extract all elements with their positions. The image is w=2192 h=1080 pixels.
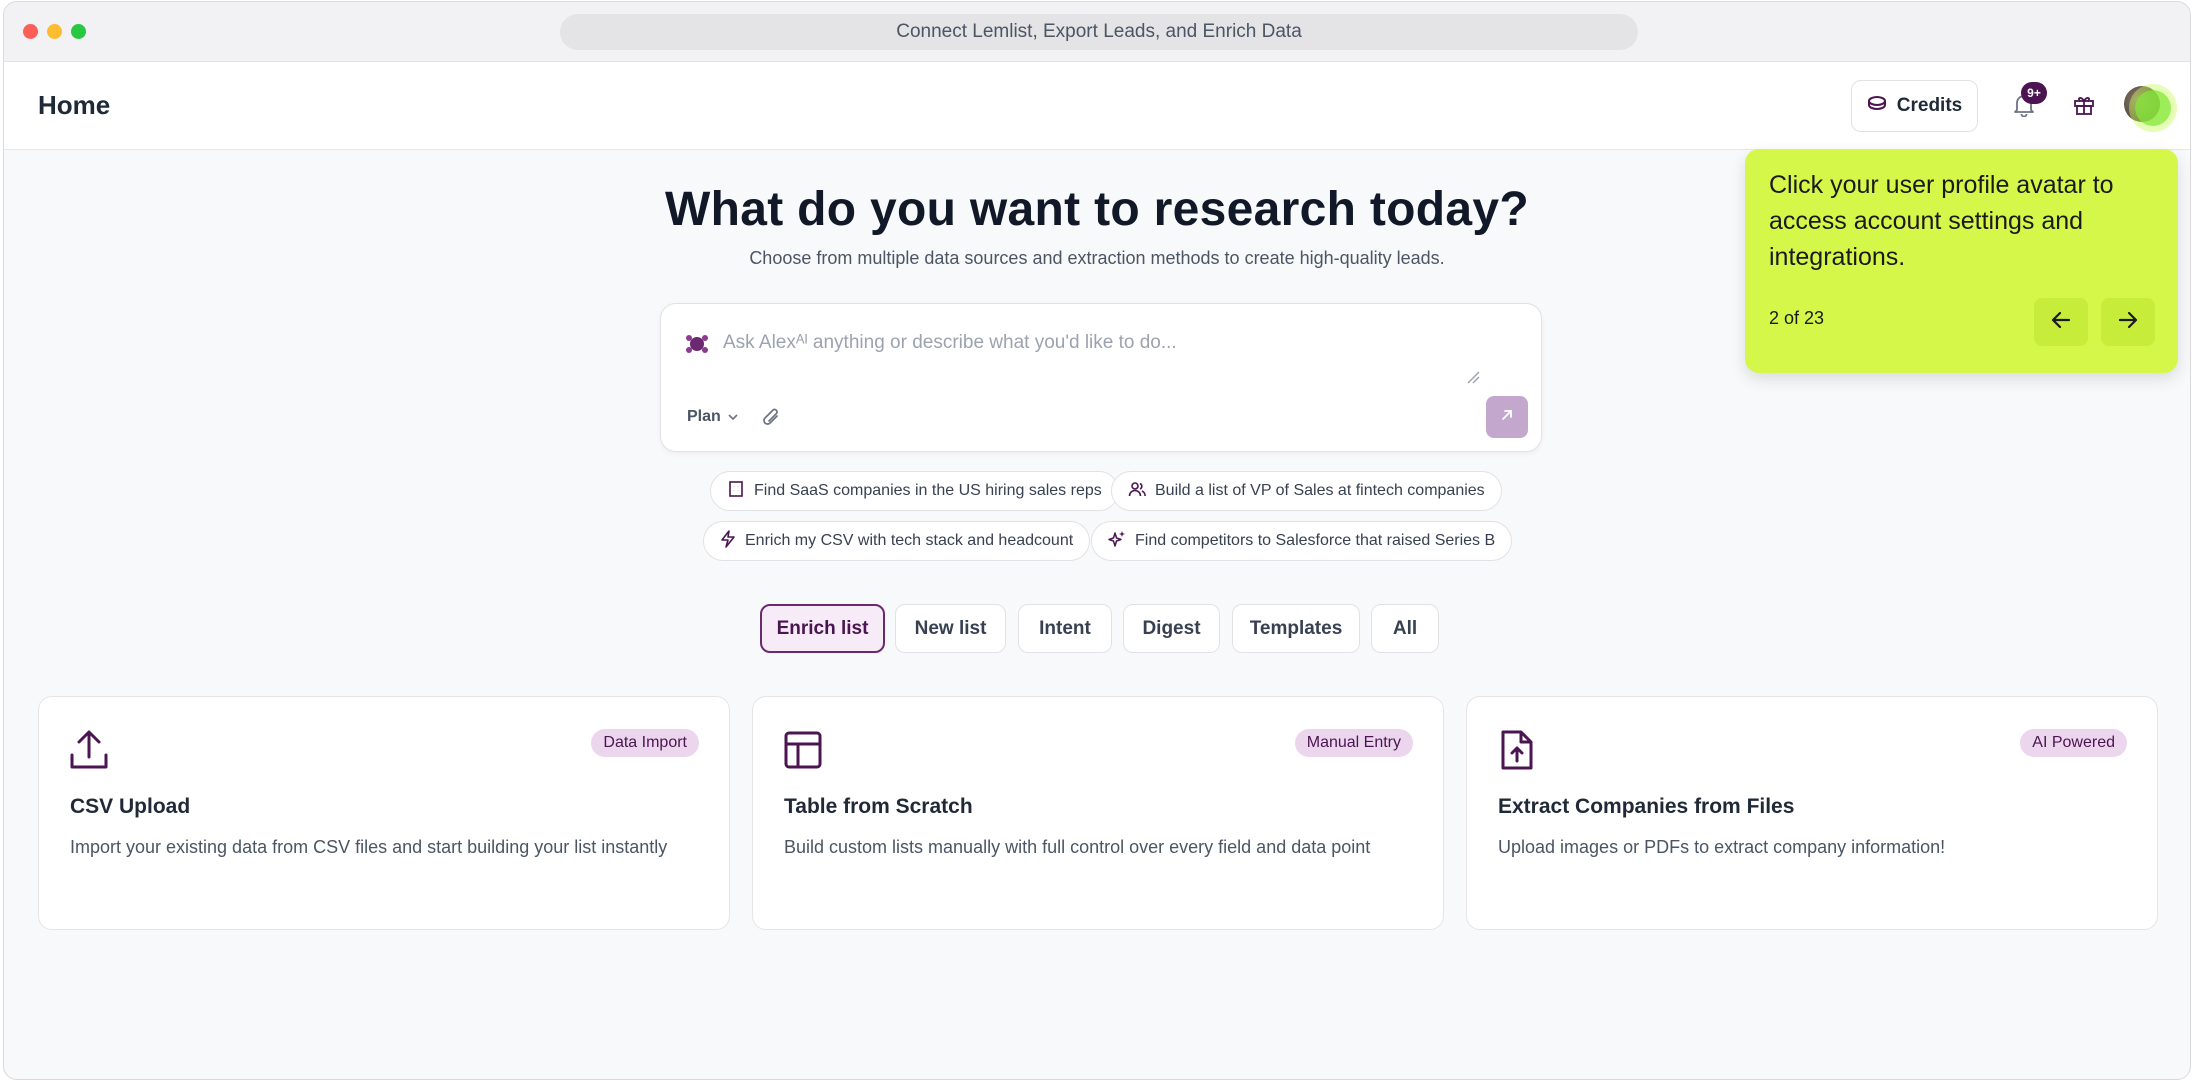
tab-digest[interactable]: Digest bbox=[1123, 604, 1220, 653]
table-icon bbox=[783, 729, 823, 776]
card-extract-companies[interactable]: AI Powered Extract Companies from Files … bbox=[1466, 696, 2158, 930]
suggestion-label: Build a list of VP of Sales at fintech c… bbox=[1155, 482, 1485, 499]
address-bar[interactable]: Connect Lemlist, Export Leads, and Enric… bbox=[560, 14, 1638, 50]
tour-step-counter: 2 of 23 bbox=[1769, 308, 1825, 328]
tab-enrich-list[interactable]: Enrich list bbox=[760, 604, 885, 653]
card-badge: Manual Entry bbox=[1294, 729, 1413, 757]
plan-label: Plan bbox=[687, 408, 721, 425]
card-title: Table from Scratch bbox=[784, 795, 973, 818]
lightning-icon bbox=[720, 529, 736, 553]
card-title: Extract Companies from Files bbox=[1498, 795, 1795, 818]
tab-templates[interactable]: Templates bbox=[1232, 604, 1360, 653]
arrow-left-icon bbox=[2051, 311, 2071, 334]
prompt-input[interactable]: Ask Alexᴬᴵ anything or describe what you… bbox=[723, 332, 1177, 354]
paperclip-icon[interactable] bbox=[761, 406, 783, 435]
coins-icon bbox=[1867, 95, 1887, 117]
card-csv-upload[interactable]: Data Import CSV Upload Import your exist… bbox=[38, 696, 730, 930]
prompt-box[interactable]: Ask Alexᴬᴵ anything or describe what you… bbox=[660, 303, 1542, 452]
arrow-right-icon bbox=[2118, 311, 2138, 334]
tab-new-list[interactable]: New list bbox=[895, 604, 1006, 653]
resize-handle-icon[interactable] bbox=[1466, 370, 1480, 389]
chevron-down-icon bbox=[727, 408, 739, 426]
suggestion-chip[interactable]: Find SaaS companies in the US hiring sal… bbox=[710, 471, 1119, 511]
users-icon bbox=[1128, 480, 1146, 503]
suggestion-chip[interactable]: Enrich my CSV with tech stack and headco… bbox=[703, 521, 1091, 561]
credits-button[interactable]: Credits bbox=[1851, 80, 1978, 132]
gift-icon[interactable] bbox=[2071, 92, 2097, 118]
sparkles-icon bbox=[1108, 530, 1126, 553]
suggestion-label: Find SaaS companies in the US hiring sal… bbox=[754, 482, 1102, 499]
send-button[interactable] bbox=[1486, 396, 1528, 438]
maximize-window-button[interactable] bbox=[71, 24, 86, 39]
card-description: Build custom lists manually with full co… bbox=[784, 837, 1371, 857]
card-badge: Data Import bbox=[591, 729, 699, 757]
alex-ai-icon bbox=[683, 332, 711, 361]
credits-label: Credits bbox=[1896, 95, 1963, 116]
browser-window: Connect Lemlist, Export Leads, and Enric… bbox=[3, 1, 2191, 1080]
tab-all[interactable]: All bbox=[1371, 604, 1439, 653]
app-header: Home Credits 9+ bbox=[4, 62, 2190, 150]
suggestion-label: Find competitors to Salesforce that rais… bbox=[1135, 532, 1496, 549]
upload-icon bbox=[69, 729, 109, 776]
tour-highlight-marker bbox=[2135, 90, 2171, 126]
tab-intent[interactable]: Intent bbox=[1018, 604, 1112, 653]
suggestion-chip[interactable]: Find competitors to Salesforce that rais… bbox=[1091, 521, 1513, 561]
tour-next-button[interactable] bbox=[2101, 298, 2155, 346]
tour-prev-button[interactable] bbox=[2034, 298, 2088, 346]
file-upload-icon bbox=[1497, 729, 1537, 776]
card-description: Upload images or PDFs to extract company… bbox=[1498, 837, 1946, 857]
arrow-up-right-icon bbox=[1499, 407, 1515, 428]
card-description: Import your existing data from CSV files… bbox=[70, 837, 668, 857]
close-window-button[interactable] bbox=[23, 24, 38, 39]
plan-dropdown[interactable]: Plan bbox=[687, 408, 739, 426]
page-title: Home bbox=[38, 90, 111, 120]
title-bar: Connect Lemlist, Export Leads, and Enric… bbox=[4, 2, 2190, 62]
suggestion-label: Enrich my CSV with tech stack and headco… bbox=[745, 532, 1074, 549]
tour-tooltip: Click your user profile avatar to access… bbox=[1745, 149, 2178, 373]
suggestion-chip[interactable]: Build a list of VP of Sales at fintech c… bbox=[1111, 471, 1502, 511]
card-title: CSV Upload bbox=[70, 795, 191, 818]
tour-text: Click your user profile avatar to access… bbox=[1769, 171, 2114, 271]
card-badge: AI Powered bbox=[2020, 729, 2127, 757]
building-icon bbox=[727, 480, 745, 503]
card-table-from-scratch[interactable]: Manual Entry Table from Scratch Build cu… bbox=[752, 696, 1444, 930]
minimize-window-button[interactable] bbox=[47, 24, 62, 39]
notification-badge: 9+ bbox=[2021, 82, 2047, 104]
